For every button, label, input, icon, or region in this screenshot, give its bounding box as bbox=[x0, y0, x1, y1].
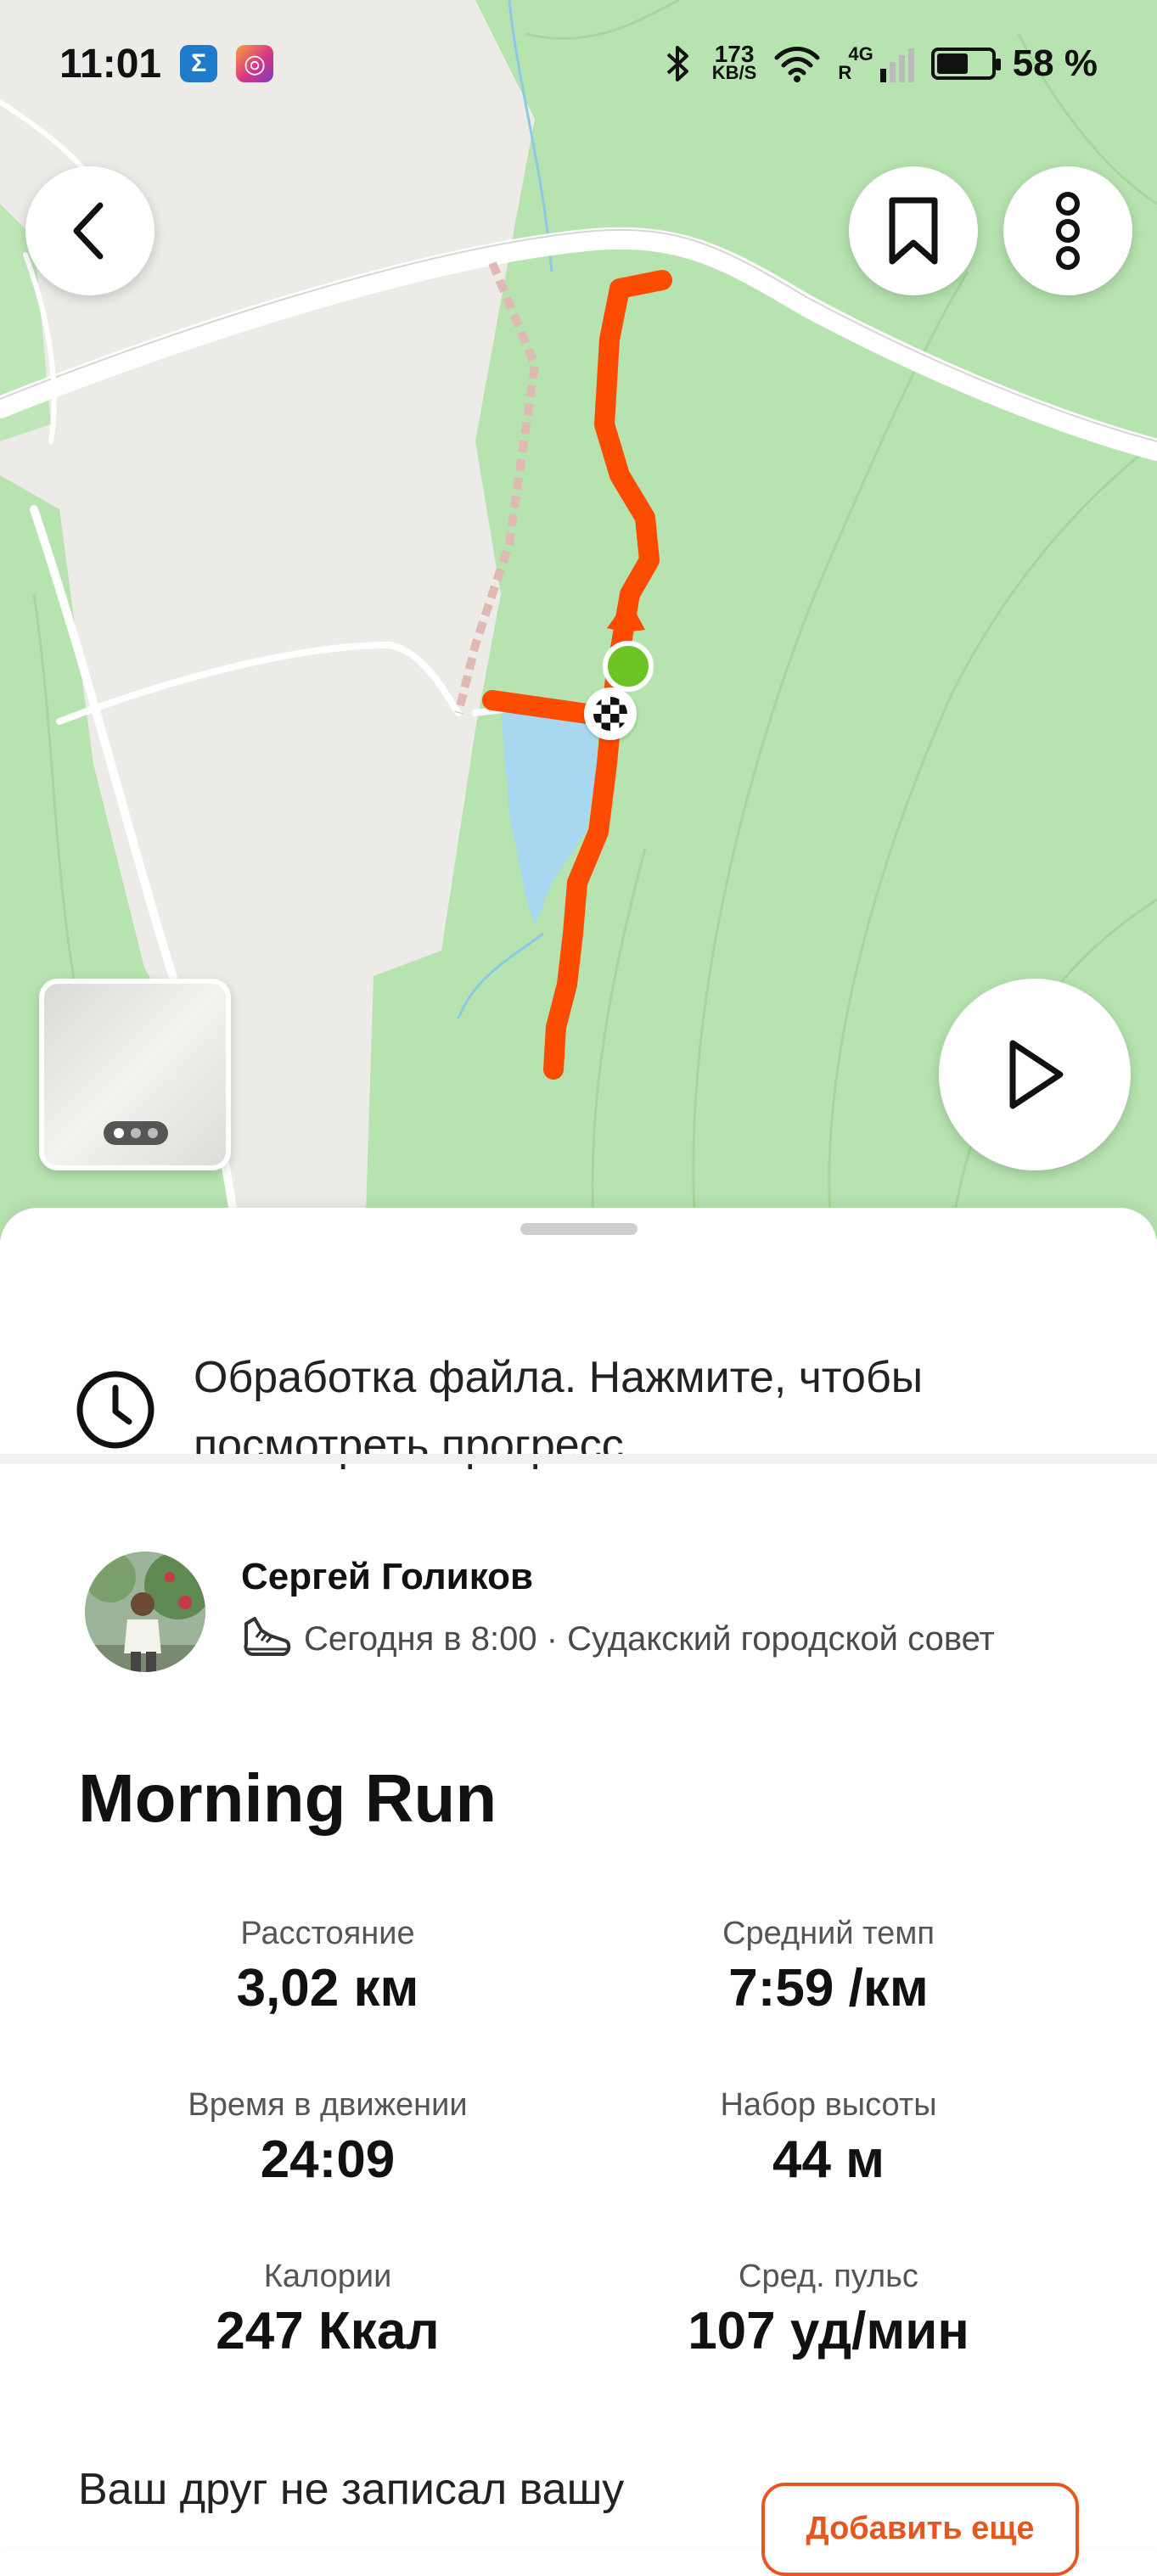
running-shoe-icon bbox=[244, 1617, 291, 1656]
page-indicator bbox=[104, 1121, 168, 1145]
save-route-button[interactable] bbox=[849, 166, 978, 295]
bluetooth-icon bbox=[666, 46, 688, 81]
add-more-button[interactable]: Добавить еще bbox=[761, 2483, 1079, 2576]
activity-title: Morning Run bbox=[78, 1760, 497, 1836]
bookmark-icon bbox=[889, 197, 938, 265]
checkered-flag-icon bbox=[593, 697, 627, 731]
stat-label: Средний темп bbox=[722, 1916, 935, 1951]
wifi-icon bbox=[774, 47, 820, 82]
back-button[interactable] bbox=[25, 166, 154, 295]
sigma-app-icon: Σ bbox=[180, 45, 218, 82]
status-bar: 11:01 Σ ◎ 173 KB/S 4G R 58 % bbox=[0, 0, 1157, 127]
network-speed: 173 KB/S bbox=[711, 41, 757, 83]
map-style-selector[interactable] bbox=[39, 979, 231, 1170]
activity-time-location: Сегодня в 8:00 · Судакский городской сов… bbox=[304, 1619, 995, 1658]
more-options-button[interactable] bbox=[1003, 166, 1132, 295]
stat-distance: Расстояние 3,02 км bbox=[65, 1912, 591, 2023]
stat-avg-pace: Средний темп 7:59 /км bbox=[565, 1912, 1092, 2023]
cellular-signal: 4G R bbox=[838, 43, 914, 83]
stat-value: 107 уд/мин bbox=[688, 2302, 969, 2360]
stat-elevation-gain: Набор высоты 44 м bbox=[565, 2084, 1092, 2194]
stat-moving-time: Время в движении 24:09 bbox=[65, 2084, 591, 2194]
clock-icon bbox=[76, 1371, 154, 1449]
processing-banner[interactable]: Обработка файла. Нажмите, чтобы посмотре… bbox=[0, 1259, 1157, 1470]
finish-flag-marker bbox=[584, 687, 637, 740]
stat-label: Время в движении bbox=[188, 2087, 468, 2123]
chevron-left-icon bbox=[73, 202, 104, 260]
battery-percent: 58 % bbox=[1012, 42, 1098, 84]
friend-prompt-text: Ваш друг не записал вашу bbox=[78, 2465, 625, 2514]
cellular-type: 4G bbox=[848, 43, 873, 65]
section-divider bbox=[0, 1454, 1157, 1464]
stat-avg-heart-rate: Сред. пульс 107 уд/мин bbox=[565, 2255, 1092, 2366]
instagram-icon: ◎ bbox=[236, 45, 274, 82]
athlete-name[interactable]: Сергей Голиков bbox=[241, 1556, 533, 1598]
flyover-play-button[interactable] bbox=[939, 979, 1131, 1170]
stat-calories: Калории 247 Ккал bbox=[65, 2255, 591, 2366]
avatar[interactable] bbox=[85, 1552, 205, 1672]
stat-value: 44 м bbox=[772, 2130, 885, 2189]
stat-value: 7:59 /км bbox=[728, 1959, 929, 2018]
stat-value: 24:09 bbox=[260, 2130, 396, 2189]
activity-sheet: Обработка файла. Нажмите, чтобы посмотре… bbox=[0, 1208, 1157, 2576]
battery-icon bbox=[930, 48, 1001, 80]
stat-value: 3,02 км bbox=[236, 1959, 419, 2018]
stat-label: Набор высоты bbox=[720, 2087, 937, 2123]
play-icon bbox=[1009, 1040, 1064, 1109]
drag-handle[interactable] bbox=[520, 1223, 637, 1235]
route-map[interactable]: 11:01 Σ ◎ 173 KB/S 4G R 58 % bbox=[0, 0, 1157, 1239]
more-vertical-icon bbox=[1056, 192, 1080, 270]
activity-meta: Сегодня в 8:00 · Судакский городской сов… bbox=[241, 1615, 995, 1663]
stat-label: Сред. пульс bbox=[739, 2259, 918, 2294]
status-time: 11:01 bbox=[59, 41, 162, 87]
start-marker bbox=[603, 641, 654, 692]
stat-value: 247 Ккал bbox=[216, 2302, 440, 2360]
roaming-indicator: R bbox=[838, 62, 852, 83]
athlete-photo bbox=[85, 1552, 205, 1672]
stat-label: Калории bbox=[263, 2259, 392, 2294]
stat-label: Расстояние bbox=[240, 1916, 415, 1951]
